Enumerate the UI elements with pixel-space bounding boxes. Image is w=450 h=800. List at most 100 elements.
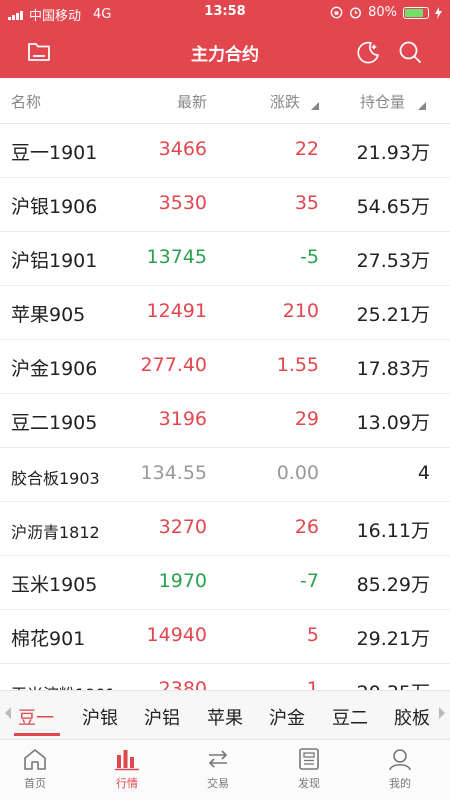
night-mode-icon[interactable] [354,38,382,66]
active-tab-indicator [14,733,60,736]
latest-price: 14940 [146,624,207,646]
latest-price: 12491 [146,300,207,322]
bottom-navigation: 首页 行情 交易 发现 我的 [0,740,450,800]
contract-row[interactable]: 沪金1906 277.40 1.55 17.83万 [0,340,450,394]
price-change: 1 [306,678,319,690]
market-chart-icon [115,750,139,771]
exchange-arrows-icon [208,750,228,768]
nav-profile[interactable]: 我的 [365,746,435,791]
price-change: -7 [300,570,319,592]
open-interest: 20.35万 [357,678,430,690]
sort-indicator-icon [311,102,319,110]
nav-market[interactable]: 行情 [92,746,162,791]
price-change: -5 [300,246,319,268]
contract-row[interactable]: 豆一1901 3466 22 21.93万 [0,124,450,178]
column-change[interactable]: 涨跌 [270,91,300,112]
home-icon [24,749,46,770]
nav-discover[interactable]: 发现 [274,746,344,791]
latest-price: 1970 [158,570,207,592]
latest-price: 3466 [158,138,207,160]
contract-row[interactable]: 玉米淀粉1901 2380 1 20.35万 [0,664,450,690]
contract-row[interactable]: 沪沥青1812 3270 26 16.11万 [0,502,450,556]
price-change: 0.00 [276,462,319,484]
latest-price: 134.55 [140,462,207,484]
discover-news-icon [299,748,319,770]
contract-name: 苹果905 [11,304,86,326]
contract-row[interactable]: 沪银1906 3530 35 54.65万 [0,178,450,232]
column-header-row: 名称 最新 涨跌 持仓量 [0,78,450,124]
column-name: 名称 [11,93,42,111]
category-tab[interactable]: 沪铝 [144,704,180,730]
category-tab[interactable]: 苹果 [207,704,243,730]
open-interest: 13.09万 [356,412,430,434]
open-interest: 54.65万 [356,196,430,218]
contract-name: 豆一1901 [11,142,98,164]
open-interest: 29.21万 [356,628,430,650]
latest-price: 2380 [158,678,207,690]
contract-name: 胶合板1903 [11,469,100,488]
contract-row[interactable]: 玉米1905 1970 -7 85.29万 [0,556,450,610]
column-latest[interactable]: 最新 [177,91,207,112]
column-open-interest[interactable]: 持仓量 [360,91,405,112]
category-tab[interactable]: 胶板 [394,704,430,730]
contract-name: 玉米淀粉1901 [11,681,116,690]
nav-label: 发现 [298,777,320,790]
open-interest: 25.21万 [356,304,430,326]
category-tab-bar: 豆一 沪银 沪铝 苹果 沪金 豆二 胶板 [0,690,450,740]
contract-name: 沪铝1901 [11,250,98,272]
scroll-right-icon[interactable] [439,707,445,719]
nav-home[interactable]: 首页 [0,746,70,791]
latest-price: 3196 [158,408,207,430]
contract-row[interactable]: 胶合板1903 134.55 0.00 4 [0,448,450,502]
category-tab[interactable]: 豆一 [18,704,54,730]
nav-label: 行情 [116,777,138,790]
page-title: 主力合约 [191,45,259,65]
profile-icon [389,749,411,771]
price-change: 26 [294,516,319,538]
category-tab[interactable]: 沪金 [269,704,305,730]
price-change: 1.55 [276,354,319,376]
search-icon[interactable] [396,38,424,66]
contract-row[interactable]: 豆二1905 3196 29 13.09万 [0,394,450,448]
price-change: 35 [294,192,319,214]
contract-name: 沪金1906 [11,358,98,380]
latest-price: 277.40 [140,354,207,376]
nav-label: 首页 [24,777,46,790]
open-interest: 85.29万 [356,574,430,596]
alarm-clock-icon [350,7,362,19]
contract-name: 玉米1905 [11,574,98,596]
price-change: 22 [294,138,319,160]
open-interest: 4 [417,462,430,484]
nav-label: 交易 [207,777,229,790]
open-interest: 17.83万 [356,358,430,380]
contract-list: 豆一1901 3466 22 21.93万 沪银1906 3530 35 54.… [0,124,450,690]
open-interest: 16.11万 [356,520,430,542]
battery-percent: 80% [368,5,397,20]
scroll-left-icon[interactable] [5,707,11,719]
contract-name: 沪银1906 [11,196,98,218]
price-change: 5 [306,624,319,646]
sort-indicator-icon [418,102,426,110]
open-interest: 27.53万 [356,250,430,272]
nav-trade[interactable]: 交易 [183,746,253,791]
latest-price: 13745 [146,246,207,268]
contract-row[interactable]: 沪铝1901 13745 -5 27.53万 [0,232,450,286]
contract-name: 沪沥青1812 [11,523,100,542]
contract-name: 棉花901 [11,628,86,650]
app-header: 主力合约 [0,26,450,78]
battery-icon [403,6,429,19]
category-tab[interactable]: 沪银 [82,704,118,730]
price-change: 29 [294,408,319,430]
nav-label: 我的 [389,777,411,790]
contract-row[interactable]: 苹果905 12491 210 25.21万 [0,286,450,340]
latest-price: 3530 [158,192,207,214]
open-interest: 21.93万 [356,142,430,164]
charging-icon [435,6,442,19]
latest-price: 3270 [158,516,207,538]
category-tab[interactable]: 豆二 [332,704,368,730]
price-change: 210 [282,300,319,322]
contract-name: 豆二1905 [11,412,98,434]
rotation-lock-icon [330,6,343,19]
contract-row[interactable]: 棉花901 14940 5 29.21万 [0,610,450,664]
status-bar: 中国移动 4G 13:58 80% [0,0,450,26]
